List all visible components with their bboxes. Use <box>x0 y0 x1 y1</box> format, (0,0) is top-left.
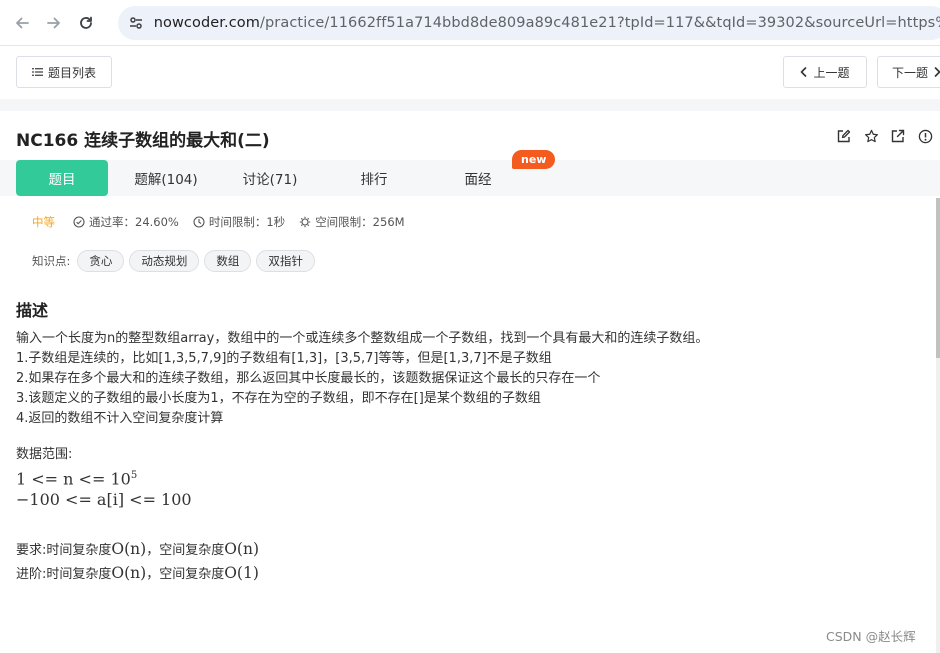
new-badge: new <box>512 150 556 169</box>
scrollbar-thumb[interactable] <box>936 198 940 358</box>
tag-two-pointers[interactable]: 双指针 <box>256 250 315 272</box>
tab-solutions[interactable]: 题解(104) <box>124 160 208 196</box>
browser-toolbar: nowcoder.com/practice/11662ff51a714bbd8d… <box>0 0 940 46</box>
back-icon[interactable] <box>10 11 34 35</box>
req-mid: ，空间复杂度 <box>146 543 225 558</box>
url-host: nowcoder.com <box>153 15 260 31</box>
section-divider <box>0 99 940 111</box>
clock-icon <box>193 216 205 228</box>
prev-problem-label: 上一题 <box>813 65 850 80</box>
share-icon[interactable] <box>890 128 906 144</box>
description-line: 输入一个长度为n的整型数组array，数组中的一个或连续多个整数组成一个子数组，… <box>16 331 709 346</box>
pass-rate-text: 通过率：24.60% <box>89 215 179 229</box>
adv-time-complexity: O(n) <box>111 564 147 582</box>
watermark: CSDN @赵长辉 <box>826 629 916 644</box>
star-icon[interactable] <box>863 128 879 144</box>
description-line: 1.子数组是连续的，比如[1,3,5,7,9]的子数组有[1,3]，[3,5,7… <box>16 351 552 366</box>
tag-dynamic-programming[interactable]: 动态规划 <box>129 250 200 272</box>
problem-list-label: 题目列表 <box>47 65 96 80</box>
next-problem-button[interactable]: 下一题 <box>877 56 940 88</box>
time-limit: 时间限制：1秒 <box>193 214 285 230</box>
description-line: 4.返回的数组不计入空间复杂度计算 <box>16 411 224 426</box>
reload-icon[interactable] <box>74 11 98 35</box>
site-settings-icon[interactable] <box>122 8 150 38</box>
time-limit-text: 时间限制：1秒 <box>208 215 286 229</box>
tab-interview[interactable]: 面经 <box>450 160 506 196</box>
data-range-formula-1: 1 <= n <= 105 <box>16 465 916 489</box>
chevron-left-icon <box>800 67 807 77</box>
url-text: nowcoder.com/practice/11662ff51a714bbd8d… <box>154 15 940 31</box>
problem-list-button[interactable]: 题目列表 <box>16 56 112 88</box>
adv-prefix: 进阶:时间复杂度 <box>16 567 112 582</box>
advanced-line: 进阶:时间复杂度O(n)，空间复杂度O(1) <box>16 562 259 586</box>
problem-title: NC166 连续子数组的最大和(二) <box>16 131 270 151</box>
space-limit: 空间限制：256M <box>299 214 405 230</box>
description-heading: 描述 <box>16 301 49 320</box>
complexity-requirements: 要求:时间复杂度O(n)，空间复杂度O(n) 进阶:时间复杂度O(n)，空间复杂… <box>16 538 259 586</box>
tag-greedy[interactable]: 贪心 <box>77 250 125 272</box>
space-limit-text: 空间限制：256M <box>315 215 405 229</box>
adv-mid: ，空间复杂度 <box>146 567 225 582</box>
data-range-label: 数据范围: <box>16 447 73 462</box>
problem-toolbar: 题目列表 上一题 下一题 <box>0 47 940 99</box>
range-1-exponent: 5 <box>130 470 138 481</box>
pass-rate: 通过率：24.60% <box>73 214 179 230</box>
range-1-base: 1 <= n <= 10 <box>16 469 131 489</box>
tags-label: 知识点: <box>32 254 71 268</box>
report-icon[interactable] <box>917 128 933 144</box>
difficulty-badge: 中等 <box>32 215 55 229</box>
edit-icon[interactable] <box>836 128 852 144</box>
chevron-right-icon <box>934 67 940 77</box>
description-line: 2.如果存在多个最大和的连续子数组，那么返回其中长度最长的，该题数据保证这个最长… <box>16 371 601 386</box>
requirement-line: 要求:时间复杂度O(n)，空间复杂度O(n) <box>16 538 259 562</box>
problem-tabs: 题目 题解(104) 讨论(71) 排行 面经 <box>0 160 940 196</box>
knowledge-tags: 知识点: 贪心 动态规划 数组 双指针 <box>32 250 315 272</box>
req-space-complexity: O(n) <box>224 540 259 558</box>
data-range-formula-2: −100 <= a[i] <= 100 <box>16 490 192 510</box>
next-problem-label: 下一题 <box>892 65 929 80</box>
check-circle-icon <box>73 216 85 228</box>
url-path: /practice/11662ff51a714bbd8de809a89c481e… <box>260 15 940 31</box>
problem-meta: 中等 通过率：24.60% 时间限制：1秒 空间限制：256M <box>32 214 419 230</box>
req-prefix: 要求:时间复杂度 <box>16 543 112 558</box>
title-actions <box>836 128 933 144</box>
chip-icon <box>299 216 311 228</box>
tab-problem[interactable]: 题目 <box>16 160 108 196</box>
prev-problem-button[interactable]: 上一题 <box>783 56 867 88</box>
tab-rank[interactable]: 排行 <box>344 160 404 196</box>
tag-array[interactable]: 数组 <box>204 250 252 272</box>
adv-space-complexity: O(1) <box>224 564 259 582</box>
description-line: 3.该题定义的子数组的最小长度为1，不存在为空的子数组，即不存在[]是某个数组的… <box>16 391 541 406</box>
forward-icon[interactable] <box>42 11 66 35</box>
tab-discuss[interactable]: 讨论(71) <box>232 160 308 196</box>
address-bar[interactable]: nowcoder.com/practice/11662ff51a714bbd8d… <box>118 6 940 40</box>
description-body: 输入一个长度为n的整型数组array，数组中的一个或连续多个整数组成一个子数组，… <box>16 329 916 510</box>
list-icon <box>31 67 43 77</box>
req-time-complexity: O(n) <box>111 540 147 558</box>
